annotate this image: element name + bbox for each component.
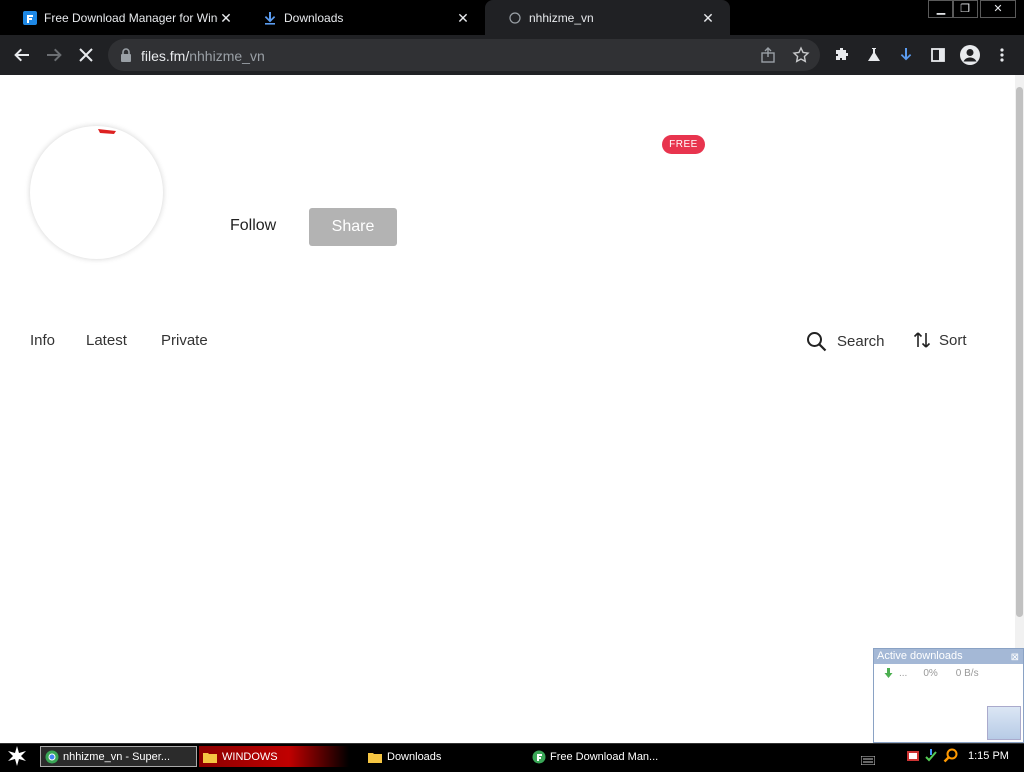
url-text: files.fm/nhhizme_vn (141, 48, 265, 64)
download-progress: 0% (923, 667, 938, 679)
lock-icon (120, 48, 132, 67)
download-row[interactable]: ... 0% 0 B/s (874, 664, 1023, 682)
active-downloads-title: Active downloads (877, 650, 963, 662)
download-arrow-icon (884, 668, 893, 678)
tab-strip: Free Download Manager for Windows ✕ Down… (0, 0, 1024, 35)
profile-avatar (30, 126, 163, 259)
tray-search-icon[interactable] (943, 748, 958, 768)
tab-title: Downloads (284, 10, 344, 25)
taskbar-item-browser[interactable]: nhhizme_vn - Super... (40, 746, 197, 767)
taskbar-label: WINDOWS (222, 750, 278, 763)
tray-app-icon[interactable] (906, 749, 920, 768)
extensions-icon[interactable] (830, 43, 854, 67)
drop-target-icon[interactable] (987, 706, 1021, 740)
free-badge: FREE (662, 135, 705, 154)
folder-icon (203, 751, 217, 763)
window-close-button[interactable]: ✕ (980, 0, 1016, 18)
chrome-icon (45, 750, 59, 764)
tab-fdm[interactable]: Free Download Manager for Windows ✕ (0, 0, 248, 35)
profile-avatar-icon[interactable] (958, 43, 982, 67)
folder-icon (368, 751, 382, 763)
bookmark-star-icon[interactable] (792, 46, 810, 69)
tray-network-icon[interactable] (924, 748, 938, 769)
restore-button[interactable]: ❐ (952, 0, 978, 18)
labs-flask-icon[interactable] (862, 43, 886, 67)
taskbar-clock: 1:15 PM (968, 750, 1009, 762)
more-menu-icon[interactable] (990, 43, 1014, 67)
taskbar-label: nhhizme_vn - Super... (63, 750, 171, 763)
stop-loading-icon[interactable] (74, 43, 98, 67)
sort-icon (913, 331, 931, 349)
close-icon[interactable]: ⊠ (1011, 650, 1019, 665)
taskbar: nhhizme_vn - Super... WINDOWS Downloads … (0, 743, 1024, 768)
sort-label: Sort (939, 331, 967, 349)
download-icon (262, 10, 278, 26)
taskbar-label: Free Download Man... (550, 750, 659, 763)
tab-info[interactable]: Info (30, 332, 55, 349)
back-icon[interactable] (10, 43, 34, 67)
active-downloads-window[interactable]: Active downloads ⊠ ... 0% 0 B/s (873, 648, 1024, 743)
url-host: files.fm/ (141, 48, 190, 64)
search-button[interactable]: Search (806, 331, 885, 352)
search-label: Search (837, 333, 885, 350)
minimize-button[interactable]: ▁ (928, 0, 954, 18)
tab-title: Free Download Manager for Windows (44, 10, 218, 25)
download-name: ... (899, 667, 908, 679)
tab-downloads[interactable]: Downloads ✕ (240, 0, 485, 35)
taskbar-item-windows-folder[interactable]: WINDOWS (199, 746, 349, 767)
tab-title: nhhizme_vn (529, 10, 594, 25)
share-page-icon[interactable] (760, 47, 776, 68)
taskbar-item-fdm[interactable]: Free Download Man... (528, 746, 698, 767)
fdm-icon (22, 10, 38, 26)
scrollbar-thumb[interactable] (1016, 87, 1023, 617)
page-content: FREE Follow Share Info Latest Private Se… (0, 75, 1024, 743)
browser-toolbar: files.fm/nhhizme_vn (0, 35, 1024, 75)
side-panel-icon[interactable] (926, 43, 950, 67)
tab-latest[interactable]: Latest (86, 332, 127, 349)
url-path: nhhizme_vn (189, 48, 265, 64)
close-tab-icon[interactable]: ✕ (700, 10, 716, 26)
fdm-icon (532, 750, 546, 764)
active-downloads-titlebar[interactable]: Active downloads ⊠ (874, 649, 1023, 664)
search-icon (806, 331, 827, 352)
follow-button[interactable]: Follow (230, 217, 276, 235)
share-button[interactable]: Share (309, 208, 397, 246)
keyboard-icon[interactable] (860, 752, 876, 770)
download-speed: 0 B/s (955, 667, 979, 679)
sort-button[interactable]: Sort (913, 331, 967, 349)
download-arrow-icon[interactable] (894, 43, 918, 67)
page-scrollbar[interactable] (1015, 75, 1024, 743)
forward-icon[interactable] (42, 43, 66, 67)
close-tab-icon[interactable]: ✕ (218, 10, 234, 26)
globe-icon (507, 10, 523, 26)
taskbar-label: Downloads (387, 750, 442, 763)
tab-nhhizme[interactable]: nhhizme_vn ✕ (485, 0, 730, 35)
taskbar-item-downloads-folder[interactable]: Downloads (364, 746, 524, 767)
address-bar[interactable]: files.fm/nhhizme_vn (108, 39, 820, 71)
tab-private[interactable]: Private (161, 332, 208, 349)
close-tab-icon[interactable]: ✕ (455, 10, 471, 26)
